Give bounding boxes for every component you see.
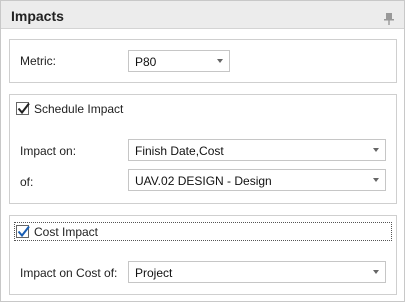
chevron-down-icon [373, 148, 379, 152]
cost-impact-label: Cost Impact [34, 225, 99, 239]
chevron-down-icon [217, 59, 223, 63]
chevron-down-icon [373, 270, 379, 274]
metric-label: Metric: [20, 54, 56, 68]
panel-header: Impacts [1, 1, 404, 29]
schedule-impact-checkbox[interactable] [16, 102, 30, 115]
metric-select-value: P80 [135, 55, 157, 69]
impact-on-select-value: Finish Date,Cost [135, 144, 224, 158]
pin-icon[interactable] [384, 13, 394, 25]
of-select-value: UAV.02 DESIGN - Design [135, 174, 272, 188]
impact-on-select[interactable]: Finish Date,Cost [128, 139, 386, 161]
metric-select[interactable]: P80 [128, 50, 230, 72]
metric-section: Metric: P80 [9, 39, 397, 83]
checkmark-icon [17, 102, 30, 115]
impact-on-label: Impact on: [20, 144, 77, 158]
schedule-impact-label: Schedule Impact [34, 102, 124, 116]
schedule-impact-section: Schedule Impact Impact on: Finish Date,C… [9, 94, 397, 204]
cost-impact-checkbox[interactable] [16, 225, 30, 238]
impact-on-cost-select-value: Project [135, 266, 173, 280]
of-select[interactable]: UAV.02 DESIGN - Design [128, 169, 386, 191]
impacts-panel: Impacts Metric: P80 Schedule Impact Impa… [0, 0, 405, 302]
chevron-down-icon [373, 178, 379, 182]
panel-title: Impacts [11, 8, 64, 24]
checkmark-icon [17, 225, 30, 238]
impact-on-cost-label: Impact on Cost of: [20, 266, 118, 280]
impact-on-cost-select[interactable]: Project [128, 261, 386, 283]
cost-impact-section: Cost Impact Impact on Cost of: Project [9, 215, 397, 295]
of-label: of: [20, 175, 34, 189]
